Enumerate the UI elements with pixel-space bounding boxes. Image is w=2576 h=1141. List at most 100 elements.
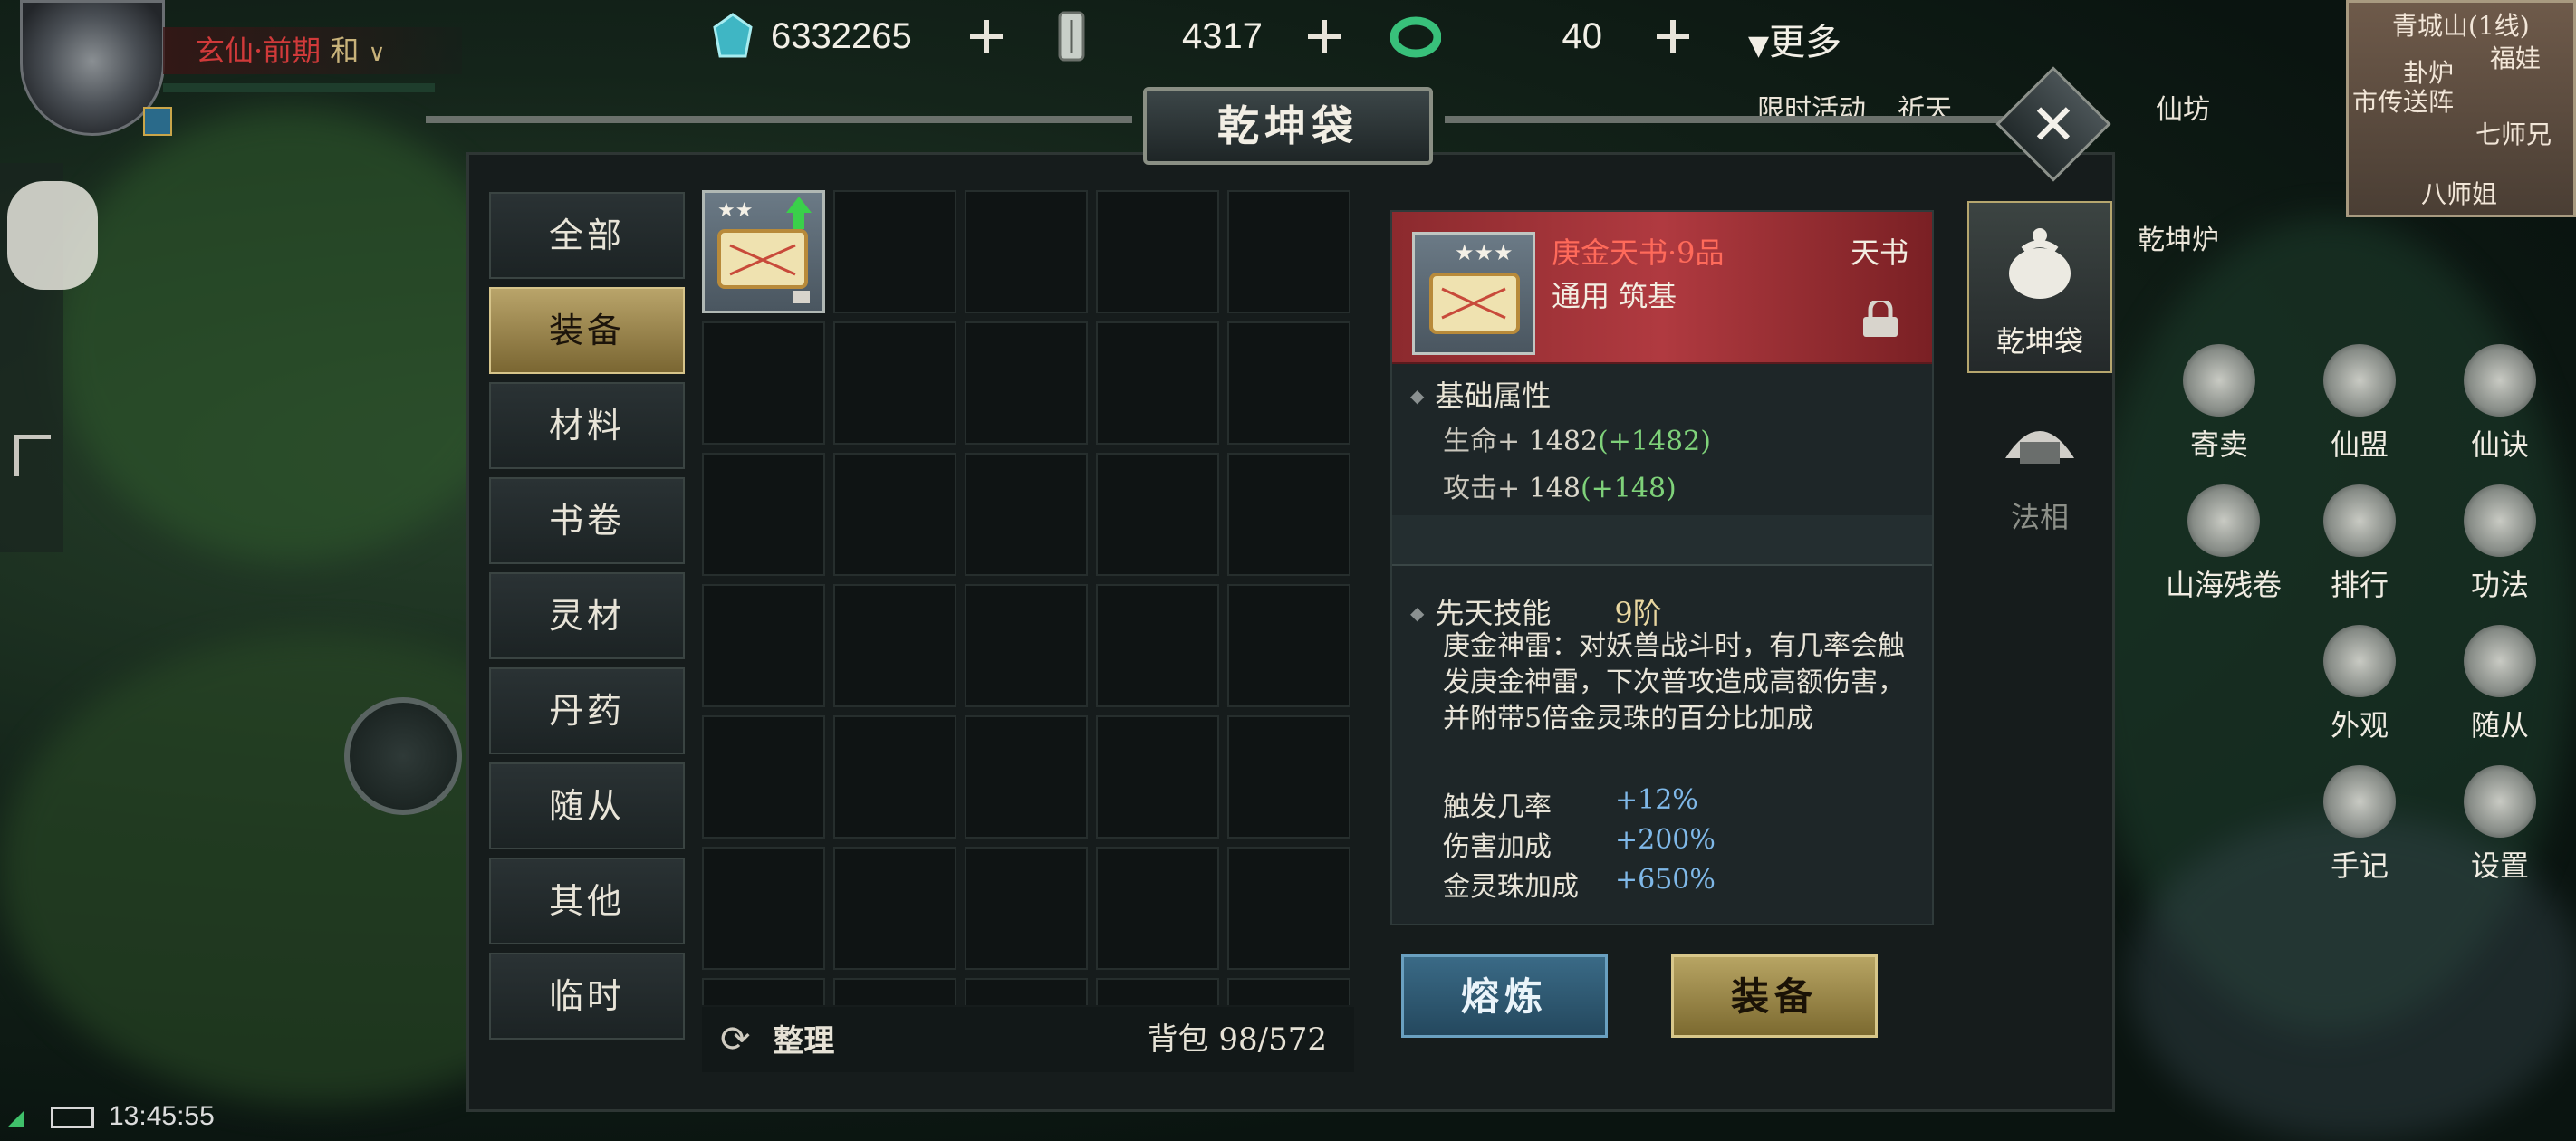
empty-slot[interactable] [702,453,825,576]
close-icon: ✕ [2030,91,2077,158]
skill-chance-label: 触发几率 [1443,791,1552,823]
empty-slot[interactable] [833,847,956,970]
empty-slot[interactable] [702,978,825,1005]
empty-slot[interactable] [965,978,1088,1005]
dharma-form-icon [2005,431,2074,464]
menu-notebook[interactable]: 手记 [2296,765,2423,885]
empty-slot[interactable] [1096,190,1219,313]
chat-icon[interactable] [7,181,98,290]
category-3[interactable]: 书卷 [489,477,685,564]
equip-button[interactable]: 装备 [1671,954,1878,1038]
category-8[interactable]: 临时 [489,953,685,1040]
empty-slot[interactable] [965,190,1088,313]
menu-label: 仙诀 [2470,427,2529,462]
resource-token: 4317 [1051,11,1342,62]
menu-companion[interactable]: 随从 [2437,625,2563,744]
menu-gear[interactable]: 设置 [2437,765,2563,885]
empty-slot[interactable] [702,715,825,839]
menu-yinyang[interactable]: 功法 [2437,484,2563,604]
empty-slot[interactable] [833,321,956,445]
empty-slot[interactable] [833,715,956,839]
top-icon-shop[interactable]: 仙坊 [2142,87,2224,127]
empty-slot[interactable] [1227,321,1350,445]
empty-slot[interactable] [965,847,1088,970]
add-jade-button[interactable] [1655,18,1691,54]
sort-button[interactable]: ⟳ 整理 [720,1007,834,1074]
category-1[interactable]: 装备 [489,287,685,374]
jade-count: 40 [1562,15,1603,56]
item-detail-header: ★★★ 庚金天书·9品 天书 通用 筑基 [1392,212,1932,364]
status-bar: ◢ 13:45:55 [0,1092,235,1141]
wifi-icon: ◢ [7,1105,24,1130]
empty-slot[interactable] [1096,715,1219,839]
category-2[interactable]: 材料 [489,382,685,469]
more-label: 更多 [1769,22,1842,63]
category-5[interactable]: 丹药 [489,667,685,754]
menu-label: 排行 [2330,568,2389,602]
category-7[interactable]: 其他 [489,858,685,944]
top-icon-furnace[interactable]: 乾坤炉 [2110,217,2246,257]
jade-token-icon [1058,11,1085,62]
empty-slot[interactable] [833,978,956,1005]
more-menu-button[interactable]: ▼更多 [1748,13,1841,65]
add-crystal-button[interactable] [968,18,1004,54]
empty-slot[interactable] [833,190,956,313]
stat-hp-label: 生命+ [1443,426,1521,457]
skill-damage-label: 伤害加成 [1443,831,1552,863]
title-wing-left [426,116,1132,123]
empty-slot[interactable] [965,453,1088,576]
empty-slot[interactable] [702,847,825,970]
empty-slot[interactable] [1227,453,1350,576]
menu-brush[interactable]: 外观 [2296,625,2423,744]
tab-bag[interactable]: 乾坤袋 [1967,201,2112,373]
empty-slot[interactable] [1096,847,1219,970]
smelt-button[interactable]: 熔炼 [1401,954,1608,1038]
empty-slot[interactable] [965,321,1088,445]
empty-slot[interactable] [965,715,1088,839]
menu-banner[interactable]: 仙盟 [2296,344,2423,464]
tab-dharma-form[interactable]: 法相 [1967,379,2112,551]
lock-icon[interactable] [1860,301,1901,339]
svg-text:★★: ★★ [717,199,753,222]
flag-icon[interactable] [14,435,51,476]
menu-beast[interactable]: 山海残卷 [2147,484,2301,604]
stat-hp-value: 1482 [1528,426,1599,457]
stat-atk-bonus: (+148) [1580,473,1677,504]
empty-slot[interactable] [1227,190,1350,313]
category-4[interactable]: 灵材 [489,572,685,659]
minimap-label-d: 八师姐 [2421,179,2498,209]
empty-slot[interactable] [1227,715,1350,839]
clock: 13:45:55 [109,1101,215,1131]
jade-ring-icon [1390,16,1441,58]
menu-coin[interactable]: 寄卖 [2156,344,2283,464]
skill-gold-label: 金灵珠加成 [1443,871,1579,903]
empty-slot[interactable] [833,453,956,576]
add-token-button[interactable] [1306,18,1342,54]
empty-slot[interactable] [1096,453,1219,576]
minimap[interactable]: 青城山(1线) 福娃 卦炉 市传送阵 七师兄 八师姐 [2346,0,2576,217]
buff-icon [143,107,172,136]
beast-icon [2187,484,2260,557]
item-slot-celestial-book[interactable]: ★★ [702,190,825,313]
skill-chance-value: +12% [1615,784,1698,816]
battery-icon [51,1107,94,1128]
menu-ranking[interactable]: 排行 [2296,484,2423,604]
skill-stat-chance: 触发几率 +12% [1443,784,1698,824]
empty-slot[interactable] [1227,978,1350,1005]
empty-slot[interactable] [1096,321,1219,445]
menu-scroll[interactable]: 仙诀 [2437,344,2563,464]
category-6[interactable]: 随从 [489,762,685,849]
category-0[interactable]: 全部 [489,192,685,279]
menu-label: 外观 [2330,708,2389,743]
celestial-book-icon: ★★ [717,197,812,303]
empty-slot[interactable] [1227,847,1350,970]
empty-slot[interactable] [1096,584,1219,707]
empty-slot[interactable] [1096,978,1219,1005]
empty-slot[interactable] [833,584,956,707]
scroll-icon [2464,344,2536,417]
joystick[interactable] [344,697,462,815]
empty-slot[interactable] [702,584,825,707]
empty-slot[interactable] [702,321,825,445]
empty-slot[interactable] [965,584,1088,707]
empty-slot[interactable] [1227,584,1350,707]
